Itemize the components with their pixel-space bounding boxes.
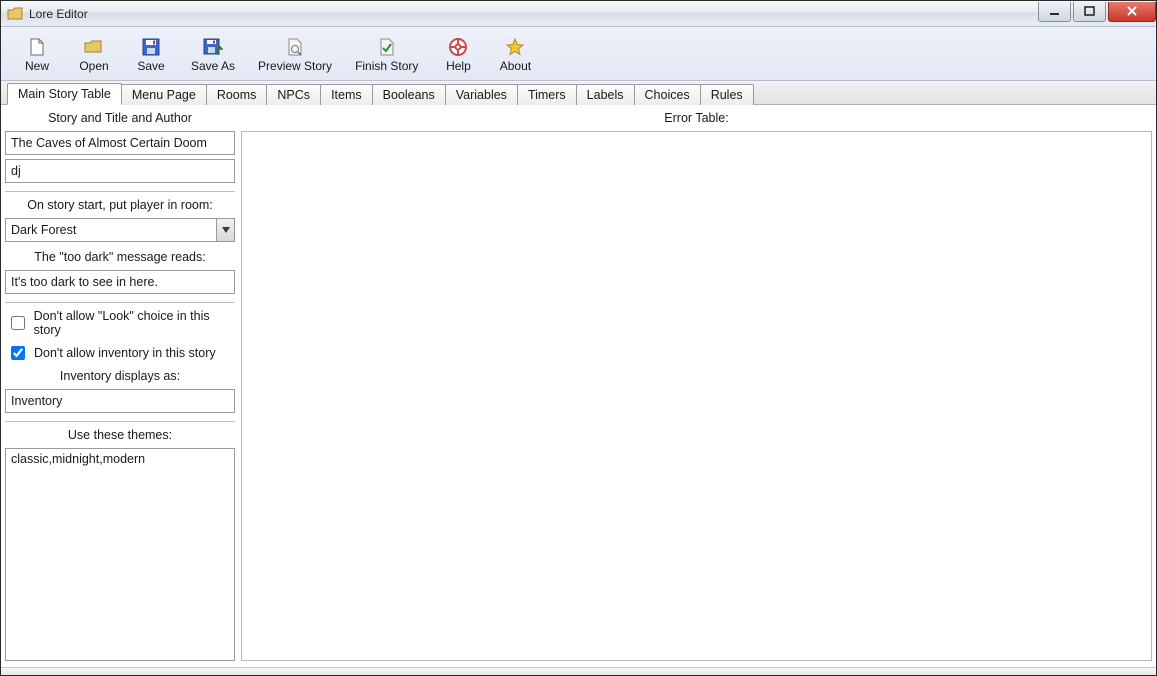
save-button[interactable]: Save bbox=[123, 31, 179, 77]
separator bbox=[5, 191, 235, 192]
no-inventory-label: Don't allow inventory in this story bbox=[34, 346, 216, 360]
about-button[interactable]: About bbox=[487, 31, 543, 77]
tab-main-story-table[interactable]: Main Story Table bbox=[7, 83, 122, 105]
save-icon bbox=[141, 37, 161, 57]
tab-rooms[interactable]: Rooms bbox=[206, 84, 268, 105]
content-area: Story and Title and Author On story star… bbox=[1, 105, 1156, 667]
app-window: Lore Editor New Open Save bbox=[0, 0, 1157, 676]
too-dark-input[interactable] bbox=[5, 270, 235, 294]
tab-strip: Main Story Table Menu Page Rooms NPCs It… bbox=[1, 81, 1156, 105]
tab-variables[interactable]: Variables bbox=[445, 84, 518, 105]
right-panel: Error Table: bbox=[241, 109, 1152, 661]
finish-icon bbox=[377, 37, 397, 57]
themes-label: Use these themes: bbox=[5, 424, 235, 448]
error-table[interactable] bbox=[241, 131, 1152, 661]
save-as-icon bbox=[203, 37, 223, 57]
maximize-icon bbox=[1084, 6, 1095, 17]
open-button[interactable]: Open bbox=[66, 31, 122, 77]
preview-label: Preview Story bbox=[258, 59, 332, 73]
window-title: Lore Editor bbox=[29, 7, 1038, 21]
preview-story-button[interactable]: Preview Story bbox=[247, 31, 343, 77]
left-panel: Story and Title and Author On story star… bbox=[5, 109, 235, 661]
help-label: Help bbox=[446, 59, 471, 73]
minimize-button[interactable] bbox=[1038, 2, 1071, 22]
help-icon bbox=[448, 37, 468, 57]
no-look-label: Don't allow "Look" choice in this story bbox=[34, 309, 235, 337]
error-table-heading: Error Table: bbox=[241, 109, 1152, 131]
maximize-button[interactable] bbox=[1073, 2, 1106, 22]
tab-menu-page[interactable]: Menu Page bbox=[121, 84, 207, 105]
tab-npcs[interactable]: NPCs bbox=[266, 84, 321, 105]
new-file-icon bbox=[27, 37, 47, 57]
no-look-checkbox[interactable] bbox=[11, 316, 25, 330]
finish-label: Finish Story bbox=[355, 59, 418, 73]
too-dark-label: The "too dark" message reads: bbox=[5, 246, 235, 270]
close-icon bbox=[1126, 5, 1138, 17]
start-room-select[interactable]: Dark Forest bbox=[5, 218, 235, 242]
start-room-label: On story start, put player in room: bbox=[5, 194, 235, 218]
window-controls bbox=[1038, 2, 1156, 22]
finish-story-button[interactable]: Finish Story bbox=[344, 31, 429, 77]
minimize-icon bbox=[1049, 6, 1060, 17]
new-label: New bbox=[25, 59, 49, 73]
about-star-icon bbox=[505, 37, 525, 57]
no-inventory-checkbox[interactable] bbox=[11, 346, 25, 360]
about-label: About bbox=[500, 59, 531, 73]
inventory-display-input[interactable] bbox=[5, 389, 235, 413]
save-as-button[interactable]: Save As bbox=[180, 31, 246, 77]
story-title-author-heading: Story and Title and Author bbox=[5, 109, 235, 131]
tab-booleans[interactable]: Booleans bbox=[372, 84, 446, 105]
open-label: Open bbox=[79, 59, 108, 73]
app-icon bbox=[7, 6, 23, 22]
status-bar bbox=[1, 667, 1156, 675]
toolbar: New Open Save Save As Preview Story Fini… bbox=[1, 27, 1156, 81]
themes-input[interactable] bbox=[5, 448, 235, 661]
open-folder-icon bbox=[84, 37, 104, 57]
separator bbox=[5, 421, 235, 422]
no-inventory-checkbox-row[interactable]: Don't allow inventory in this story bbox=[5, 339, 235, 365]
tab-timers[interactable]: Timers bbox=[517, 84, 577, 105]
story-author-input[interactable] bbox=[5, 159, 235, 183]
save-label: Save bbox=[137, 59, 164, 73]
tab-rules[interactable]: Rules bbox=[700, 84, 754, 105]
close-button[interactable] bbox=[1108, 2, 1156, 22]
save-as-label: Save As bbox=[191, 59, 235, 73]
titlebar: Lore Editor bbox=[1, 1, 1156, 27]
help-button[interactable]: Help bbox=[430, 31, 486, 77]
story-title-input[interactable] bbox=[5, 131, 235, 155]
tab-labels[interactable]: Labels bbox=[576, 84, 635, 105]
inventory-display-label: Inventory displays as: bbox=[5, 365, 235, 389]
separator bbox=[5, 302, 235, 303]
no-look-checkbox-row[interactable]: Don't allow "Look" choice in this story bbox=[5, 305, 235, 339]
tab-choices[interactable]: Choices bbox=[634, 84, 701, 105]
preview-icon bbox=[285, 37, 305, 57]
tab-items[interactable]: Items bbox=[320, 84, 373, 105]
new-button[interactable]: New bbox=[9, 31, 65, 77]
